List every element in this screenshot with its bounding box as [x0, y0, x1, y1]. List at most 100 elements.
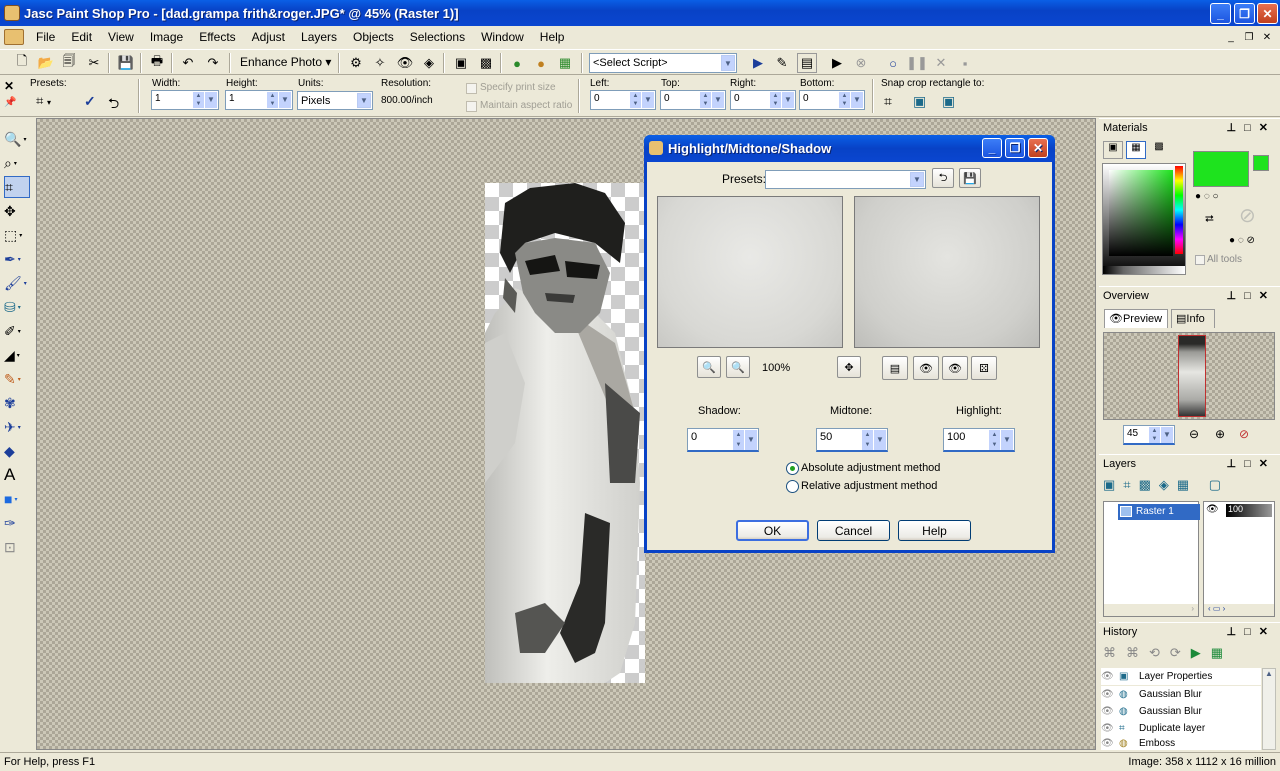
color-balance-icon[interactable]: ✧ — [370, 53, 390, 73]
object-selector-icon[interactable]: ⊡ — [4, 536, 30, 558]
snap-current-layer-icon[interactable]: ⌗ — [884, 93, 892, 110]
menu-image[interactable]: Image — [142, 27, 191, 47]
photo-icon[interactable]: ▣ — [451, 53, 471, 73]
shadow-input[interactable]: 0 ▲ ▼ ▼ — [687, 428, 759, 452]
mdi-minimize-button[interactable]: _ — [1224, 30, 1238, 44]
history-item[interactable]: 👁 ▣ Layer Properties — [1101, 668, 1261, 685]
swatches-tab-icon[interactable]: ▩ — [1149, 141, 1169, 159]
save-icon[interactable]: 💾 — [116, 53, 136, 73]
before-preview[interactable] — [657, 196, 843, 348]
style-icons[interactable]: ● ◌ ○ — [1195, 191, 1219, 202]
save-script-icon[interactable]: ▪ — [955, 53, 975, 73]
undo-icon[interactable]: ↶ — [178, 53, 198, 73]
all-tools-checkbox[interactable] — [1195, 255, 1205, 265]
dropper-tool-icon[interactable]: ✒ ▾ — [4, 248, 30, 270]
foreground-swatch[interactable] — [1193, 151, 1249, 187]
redo-icon[interactable]: ↷ — [203, 53, 223, 73]
units-select[interactable]: Pixels ▼ — [297, 91, 373, 110]
picture-frame-icon[interactable]: ▦ — [555, 53, 575, 73]
document-icon[interactable] — [4, 29, 24, 45]
history-item[interactable]: 👁 ◍ Emboss — [1101, 737, 1261, 750]
palette-icon[interactable]: ● — [531, 53, 551, 73]
randomize-icon[interactable]: ⚄ — [971, 356, 997, 380]
preview-eye-icon[interactable]: 👁 — [942, 356, 968, 380]
close-button[interactable]: ✕ — [1257, 3, 1278, 24]
maintain-aspect-checkbox[interactable] — [466, 101, 477, 112]
deform-tool-icon[interactable]: ⌕ ▾ — [4, 152, 30, 174]
zoom-out-icon[interactable]: 🔍 — [697, 356, 721, 378]
tab-info[interactable]: ▤Info — [1171, 309, 1215, 328]
minimize-button[interactable]: _ — [1210, 3, 1231, 24]
history-item[interactable]: 👁 ◍ Gaussian Blur — [1101, 703, 1261, 720]
height-input[interactable]: 1 ▲ ▼ ▼ — [225, 90, 293, 110]
dialog-close-button[interactable]: ✕ — [1028, 138, 1048, 158]
width-input[interactable]: 1 ▲ ▼ ▼ — [151, 90, 219, 110]
preset-shape-icon[interactable]: ■ ▾ — [4, 488, 30, 510]
clone-brush-tool-icon[interactable]: ⛁ ▾ — [4, 296, 30, 318]
crop-presets-icon[interactable]: ⌗ ▾ — [36, 93, 51, 109]
clarify-icon[interactable]: ◈ — [419, 53, 439, 73]
tab-preview[interactable]: 👁Preview — [1104, 309, 1168, 328]
browse-icon[interactable]: 🗐 — [59, 53, 79, 73]
bg-style-icons[interactable]: ● ◌ ⊘ — [1229, 235, 1255, 246]
history-item[interactable]: 👁 ◍ Gaussian Blur — [1101, 686, 1261, 703]
script-interactive-icon[interactable]: ▤ — [797, 53, 817, 73]
apply-icon[interactable]: ✓ — [84, 93, 96, 110]
swap-colors-icon[interactable]: ⮂ — [1205, 213, 1214, 226]
save-preset-icon[interactable]: 💾 — [959, 168, 981, 188]
picture-tube-icon[interactable]: ✾ — [4, 392, 30, 414]
midtone-input[interactable]: 50 ▲ ▼ ▼ — [816, 428, 888, 452]
pause-icon[interactable]: ❚❚ — [906, 53, 928, 73]
reset-icon[interactable]: ⮌ — [108, 93, 119, 117]
overview-zoom-reset-icon[interactable]: ⊘ — [1239, 427, 1249, 441]
zoom-in-icon[interactable]: 🔍 — [726, 356, 750, 378]
overview-zoom-input[interactable]: 45 ▲ ▼ ▼ — [1123, 425, 1175, 445]
browse-photo-icon[interactable]: ▩ — [476, 53, 496, 73]
script-edit-icon[interactable]: ✎ — [772, 53, 792, 73]
record-icon[interactable]: ○ — [883, 53, 903, 73]
overview-thumbnail[interactable] — [1103, 332, 1275, 420]
relative-radio[interactable] — [786, 480, 799, 493]
dialog-presets-select[interactable]: ▼ — [765, 170, 926, 189]
app-icon[interactable] — [4, 5, 20, 21]
auto-proof-icon[interactable]: 👁 — [913, 356, 939, 380]
overview-zoom-out-icon[interactable]: ⊖ — [1189, 427, 1199, 441]
specify-print-size-checkbox[interactable] — [466, 83, 477, 94]
saturation-square[interactable] — [1109, 170, 1173, 256]
proof-icon[interactable]: ▤ — [882, 356, 908, 380]
new-icon[interactable]: 🗋 — [12, 53, 32, 73]
layer-list-scrollbar[interactable]: › — [1104, 604, 1198, 616]
highlight-input[interactable]: 100 ▲ ▼ ▼ — [943, 428, 1015, 452]
ok-button[interactable]: OK — [736, 520, 809, 541]
dodge-tool-icon[interactable]: ◢ ▾ — [4, 344, 30, 366]
scratch-remover-icon[interactable]: ✐ ▾ — [4, 320, 30, 342]
mdi-close-button[interactable]: ✕ — [1260, 30, 1274, 44]
help-button[interactable]: Help — [898, 520, 971, 541]
menu-adjust[interactable]: Adjust — [244, 27, 293, 47]
stop-script-icon[interactable]: ⊗ — [851, 53, 871, 73]
menu-effects[interactable]: Effects — [191, 27, 243, 47]
dialog-minimize-button[interactable]: _ — [982, 138, 1002, 158]
history-toolbar-icons[interactable]: ⌘⌘⟲⟳▶▦ — [1103, 645, 1233, 661]
grayscale-strip[interactable] — [1103, 266, 1185, 274]
color-picker[interactable] — [1102, 163, 1186, 275]
eraser-tool-icon[interactable]: ✎ ▾ — [4, 368, 30, 390]
open-icon[interactable]: 📂 — [36, 53, 56, 73]
maximize-button[interactable]: ❐ — [1234, 3, 1255, 24]
properties-scrollbar[interactable]: ‹ ▭ › — [1204, 604, 1274, 616]
snap-merged-opaque-icon[interactable]: ▣ — [913, 93, 926, 110]
zoom-tool-icon[interactable]: 🔍 ▾ — [4, 128, 30, 150]
menu-view[interactable]: View — [100, 27, 142, 47]
foreground-small-swatch[interactable] — [1253, 155, 1269, 171]
menu-window[interactable]: Window — [473, 27, 532, 47]
airbrush-tool-icon[interactable]: ✈ ▾ — [4, 416, 30, 438]
menu-file[interactable]: File — [28, 27, 63, 47]
left-input[interactable]: 0 ▲ ▼ ▼ — [590, 90, 656, 110]
menu-layers[interactable]: Layers — [293, 27, 345, 47]
red-eye-icon[interactable]: 👁 — [395, 53, 415, 73]
history-scrollbar[interactable]: ▲ — [1262, 668, 1276, 750]
menu-selections[interactable]: Selections — [402, 27, 473, 47]
menu-edit[interactable]: Edit — [63, 27, 100, 47]
top-input[interactable]: 0 ▲ ▼ ▼ — [660, 90, 726, 110]
cancel-record-icon[interactable]: ✕ — [931, 53, 951, 73]
